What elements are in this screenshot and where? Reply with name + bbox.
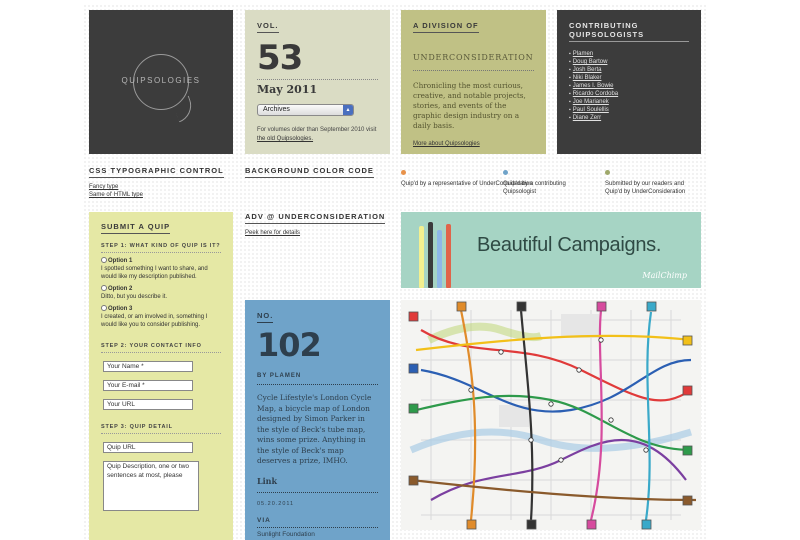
background-color-code: BACKGROUND COLOR CODE (245, 166, 390, 206)
name-field[interactable]: Your Name * (103, 361, 193, 372)
logo-q-tail (171, 95, 197, 123)
mailchimp-ad-banner[interactable]: Beautiful Campaigns. MailChimp (401, 212, 701, 288)
adv-label: ADV @ UNDERCONSIDERATION (245, 212, 386, 224)
quip-no-label: NO. (257, 311, 274, 323)
archives-select-value: Archives (263, 106, 290, 113)
advertising-info: ADV @ UNDERCONSIDERATION Peek here for d… (245, 212, 390, 292)
volume-panel: VOL. 53 May 2011 Archives ▴ For volumes … (245, 10, 390, 154)
contributor-link[interactable]: Ricardo Cordoba (569, 90, 689, 98)
vol-date: May 2011 (257, 79, 378, 96)
more-about-link[interactable]: More about Quipsologies (413, 141, 534, 147)
select-arrows-icon: ▴ (343, 105, 353, 115)
quipsologies-logo[interactable]: QUIPSOLOGIES (89, 10, 233, 154)
email-field[interactable]: Your E-mail * (103, 380, 193, 391)
vol-number: 53 (257, 38, 303, 78)
pen-illustration-icon (437, 230, 442, 288)
radio-button[interactable] (101, 285, 107, 291)
submit-label: SUBMIT A QUIP (101, 222, 171, 234)
contributors-list: Plamen Doug Bartow Josh Berta Niki Blake… (569, 50, 689, 122)
logo-text: QUIPSOLOGIES (121, 76, 201, 85)
radio-button[interactable] (101, 305, 107, 311)
underconsideration-logo[interactable]: UNDERCONSIDERATION (413, 53, 534, 71)
quip-102-panel: NO. 102 BY PLAMEN Cycle Lifestyle's Lond… (245, 300, 390, 540)
contributors-panel: CONTRIBUTING QUIPSOLOGISTS Plamen Doug B… (557, 10, 701, 154)
contributor-link[interactable]: Diane Zerr (569, 114, 689, 122)
contributor-link[interactable]: Paul Soulellis (569, 106, 689, 114)
pen-illustration-icon (428, 222, 433, 288)
legend-text: Quip'd by a contributing Quipsologist (503, 181, 566, 195)
contributor-link[interactable]: Plamen (569, 50, 689, 58)
vol-label: VOL. (257, 21, 279, 33)
quip-via-label: VIA (257, 517, 378, 528)
bg-code-label: BACKGROUND COLOR CODE (245, 166, 374, 178)
quip-author: BY PLAMEN (257, 373, 378, 385)
archives-select[interactable]: Archives ▴ (257, 104, 354, 116)
division-description: Chronicling the most curious, creative, … (413, 81, 526, 130)
green-dot-icon (605, 170, 610, 175)
quip-description-field[interactable]: Quip Description, one or two sentences a… (103, 461, 199, 511)
quip-date: 05.20.2011 (257, 500, 295, 507)
option-1[interactable]: Option 1 I spotted something I want to s… (101, 257, 221, 281)
contributor-link[interactable]: Doug Bartow (569, 58, 689, 66)
ad-title: Beautiful Campaigns. (477, 234, 662, 256)
peek-details-link[interactable]: Peek here for details (245, 229, 390, 237)
london-cycle-map-image[interactable] (401, 300, 701, 530)
contributor-link[interactable]: Niki Blaker (569, 74, 689, 82)
vol-note: For volumes older than September 2010 vi… (257, 127, 377, 142)
division-label: A DIVISION OF (413, 21, 479, 33)
contributors-label: CONTRIBUTING QUIPSOLOGISTS (569, 21, 689, 42)
html-type-link[interactable]: Same ol' HTML type (89, 191, 233, 199)
option-2[interactable]: Option 2 Ditto, but you describe it. (101, 285, 221, 301)
quip-url-field[interactable]: Quip URL (103, 442, 193, 453)
contributor-link[interactable]: Joe Marianek (569, 98, 689, 106)
option-3[interactable]: Option 3 I created, or am involved in, s… (101, 305, 221, 329)
legend-item-reader: Submitted by our readers and Quip'd by U… (605, 170, 701, 206)
css-typographic-control: CSS TYPOGRAPHIC CONTROL Fancy type Same … (89, 166, 233, 206)
contributor-link[interactable]: James I. Bowie (569, 82, 689, 90)
pen-illustration-icon (446, 224, 451, 288)
quip-number: 102 (257, 326, 322, 364)
orange-dot-icon (401, 170, 406, 175)
legend-text: Submitted by our readers and Quip'd by U… (605, 181, 686, 195)
radio-button[interactable] (101, 257, 107, 263)
quip-link[interactable]: Link (257, 476, 378, 493)
legend-item-contributor: Quip'd by a contributing Quipsologist (503, 170, 598, 206)
pen-illustration-icon (419, 226, 424, 288)
cycle-map-illustration (408, 301, 697, 530)
css-control-label: CSS TYPOGRAPHIC CONTROL (89, 166, 224, 178)
url-field[interactable]: Your URL (103, 399, 193, 410)
contributor-link[interactable]: Josh Berta (569, 66, 689, 74)
step-2-heading: STEP 2: YOUR CONTACT INFO (101, 343, 221, 353)
old-quipsologies-link[interactable]: the old Quipsologies. (257, 136, 313, 142)
step-3-heading: STEP 3: QUIP DETAIL (101, 424, 221, 434)
blue-dot-icon (503, 170, 508, 175)
ad-brand: MailChimp (642, 271, 687, 280)
division-panel: A DIVISION OF UNDERCONSIDERATION Chronic… (401, 10, 546, 154)
submit-quip-form: SUBMIT A QUIP STEP 1: WHAT KIND OF QUIP … (89, 212, 233, 540)
quip-via-source[interactable]: Sunlight Foundation (257, 531, 378, 538)
fancy-type-link[interactable]: Fancy type (89, 183, 233, 191)
step-1-heading: STEP 1: WHAT KIND OF QUIP IS IT? (101, 243, 221, 253)
quip-text: Cycle Lifestyle's London Cycle Map, a bi… (257, 393, 372, 465)
